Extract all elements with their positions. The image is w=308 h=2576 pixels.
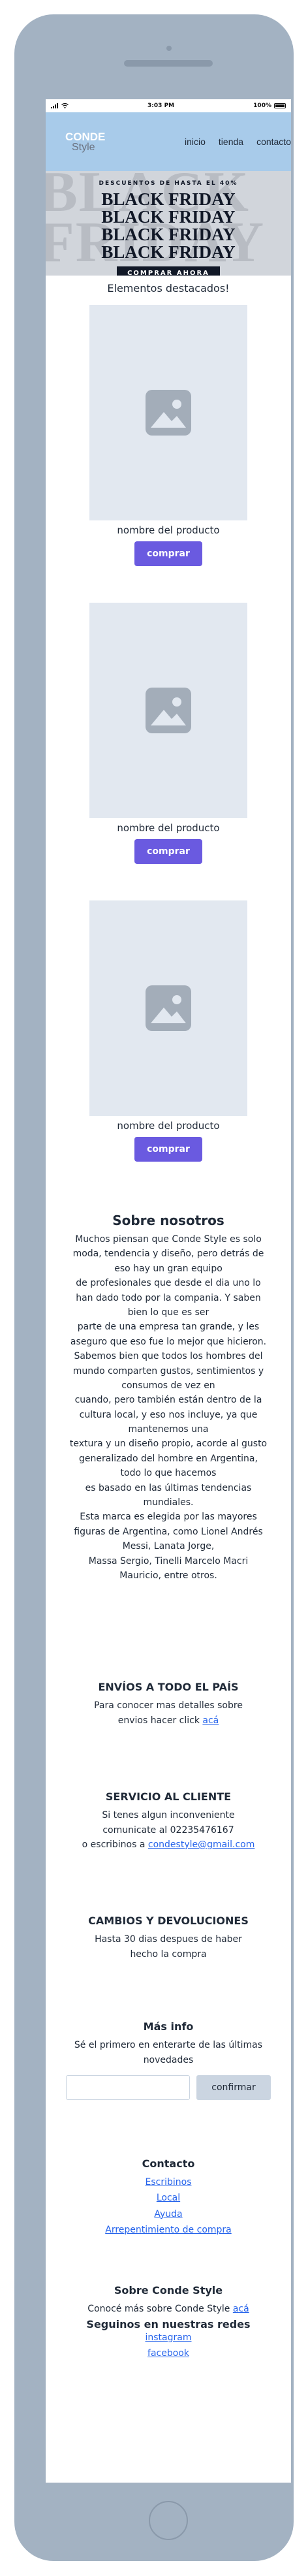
customer-service-text: Si tenes algun inconveniente comunicate … (82, 1810, 255, 1850)
logo-main: CONDE (65, 130, 106, 143)
image-placeholder-icon (146, 985, 191, 1031)
hero-kicker: DESCUENTOS DE HASTA EL 40% (99, 180, 238, 187)
about-section: Sobre nosotros Muchos piensan que Conde … (46, 1213, 291, 1583)
returns-title: CAMBIOS Y DEVOLUCIONES (88, 1915, 249, 1928)
newsletter-section: Más info Sé el primero en enterarte de l… (46, 2020, 291, 2100)
logo-sub: Style (72, 141, 95, 153)
returns-section: CAMBIOS Y DEVOLUCIONES Hasta 30 dias des… (46, 1915, 291, 1962)
hero-content: DESCUENTOS DE HASTA EL 40% BLACK FRIDAY … (46, 180, 291, 276)
about-footer-link[interactable]: acá (233, 2304, 249, 2314)
contact-section: Contacto Escribinos Local Ayuda Arrepent… (46, 2157, 291, 2238)
about-title: Sobre nosotros (112, 1213, 224, 1228)
product-name: nombre del producto (117, 1120, 220, 1132)
newsletter-text: Sé el primero en enterarte de las última… (74, 2040, 263, 2065)
battery-percent: 100% (253, 103, 271, 109)
contact-link-arrepentimiento[interactable]: Arrepentimiento de compra (105, 2223, 232, 2237)
confirm-button[interactable]: confirmar (196, 2075, 271, 2100)
shipping-text: Para conocer mas detalles sobre envios h… (94, 1700, 243, 1726)
image-placeholder-icon (146, 390, 191, 436)
buy-button[interactable]: comprar (134, 1137, 202, 1162)
newsletter-email-input[interactable] (66, 2075, 190, 2100)
logo[interactable]: CONDE Style (65, 131, 105, 153)
nav-tienda[interactable]: tienda (219, 136, 243, 147)
product-image[interactable] (89, 305, 247, 520)
newsletter-title: Más info (143, 2020, 194, 2033)
customer-service-section: SERVICIO AL CLIENTE Si tenes algun incon… (46, 1790, 291, 1852)
newsletter-form: confirmar (59, 2075, 278, 2100)
social-title: Seguinos en nuestras redes (86, 2317, 251, 2330)
contact-links: Escribinos Local Ayuda Arrepentimiento d… (59, 2175, 278, 2238)
contact-link-escribinos[interactable]: Escribinos (146, 2175, 192, 2189)
contact-title: Contacto (142, 2157, 195, 2170)
shipping-section: ENVÍOS A TODO EL PAÍS Para conocer mas d… (46, 1681, 291, 1728)
product-card: nombre del producto comprar (89, 305, 247, 566)
main-nav: inicio tienda contacto (185, 136, 291, 147)
buy-button[interactable]: comprar (134, 839, 202, 864)
hero-title-line: BLACK FRIDAY (101, 225, 236, 244)
product-card: nombre del producto comprar (89, 603, 247, 864)
product-card: nombre del producto comprar (89, 900, 247, 1162)
status-time: 3:03 PM (147, 103, 175, 109)
hero-title-line: BLACK FRIDAY (101, 242, 236, 262)
nav-contacto[interactable]: contacto (256, 136, 291, 147)
instagram-link[interactable]: instagram (146, 2330, 192, 2345)
hero-banner[interactable]: BLACK FRIDAY DESCUENTOS DE HASTA EL 40% … (46, 171, 291, 276)
social-links: instagram facebook (59, 2330, 278, 2361)
contact-link-ayuda[interactable]: Ayuda (154, 2207, 182, 2221)
image-placeholder-icon (146, 688, 191, 733)
nav-inicio[interactable]: inicio (185, 136, 206, 147)
status-bar-right: 100% (253, 103, 286, 109)
wifi-icon (61, 103, 69, 108)
product-image[interactable] (89, 900, 247, 1116)
speaker-grille (124, 60, 213, 67)
about-footer-title: Sobre Conde Style (114, 2284, 223, 2297)
contact-link-local[interactable]: Local (157, 2191, 180, 2205)
home-button[interactable] (149, 2501, 188, 2540)
status-bar-left (51, 103, 69, 108)
product-image[interactable] (89, 603, 247, 818)
phone-frame: 3:03 PM 100% CONDE Style inicio tienda c… (14, 14, 294, 2561)
about-footer-section: Sobre Conde Style Conocé más sobre Conde… (46, 2284, 291, 2361)
about-text: Muchos piensan que Conde Style es solo m… (69, 1234, 268, 1581)
returns-text: Hasta 30 dias despues de haber hecho la … (95, 1934, 242, 1960)
email-link[interactable]: condestyle@gmail.com (148, 1839, 254, 1850)
hero-title-line: BLACK FRIDAY (101, 189, 236, 209)
battery-icon (273, 103, 286, 108)
screen[interactable]: 3:03 PM 100% CONDE Style inicio tienda c… (46, 99, 291, 2483)
featured-title: Elementos destacados! (107, 282, 230, 294)
camera-icon (166, 46, 172, 51)
site-header: CONDE Style inicio tienda contacto (46, 112, 291, 171)
signal-icon (51, 103, 58, 108)
about-footer-text: Conocé más sobre Conde Style acá (87, 2304, 249, 2315)
facebook-link[interactable]: facebook (147, 2346, 189, 2361)
customer-service-title: SERVICIO AL CLIENTE (105, 1790, 232, 1804)
buy-button[interactable]: comprar (134, 541, 202, 566)
hero-buy-now-button[interactable]: COMPRAR AHORA (117, 266, 220, 276)
hero-title-line: BLACK FRIDAY (101, 207, 236, 227)
shipping-title: ENVÍOS A TODO EL PAÍS (98, 1681, 239, 1694)
shipping-link[interactable]: acá (202, 1715, 219, 1726)
status-bar: 3:03 PM 100% (46, 99, 291, 112)
product-name: nombre del producto (117, 524, 220, 536)
product-name: nombre del producto (117, 822, 220, 834)
